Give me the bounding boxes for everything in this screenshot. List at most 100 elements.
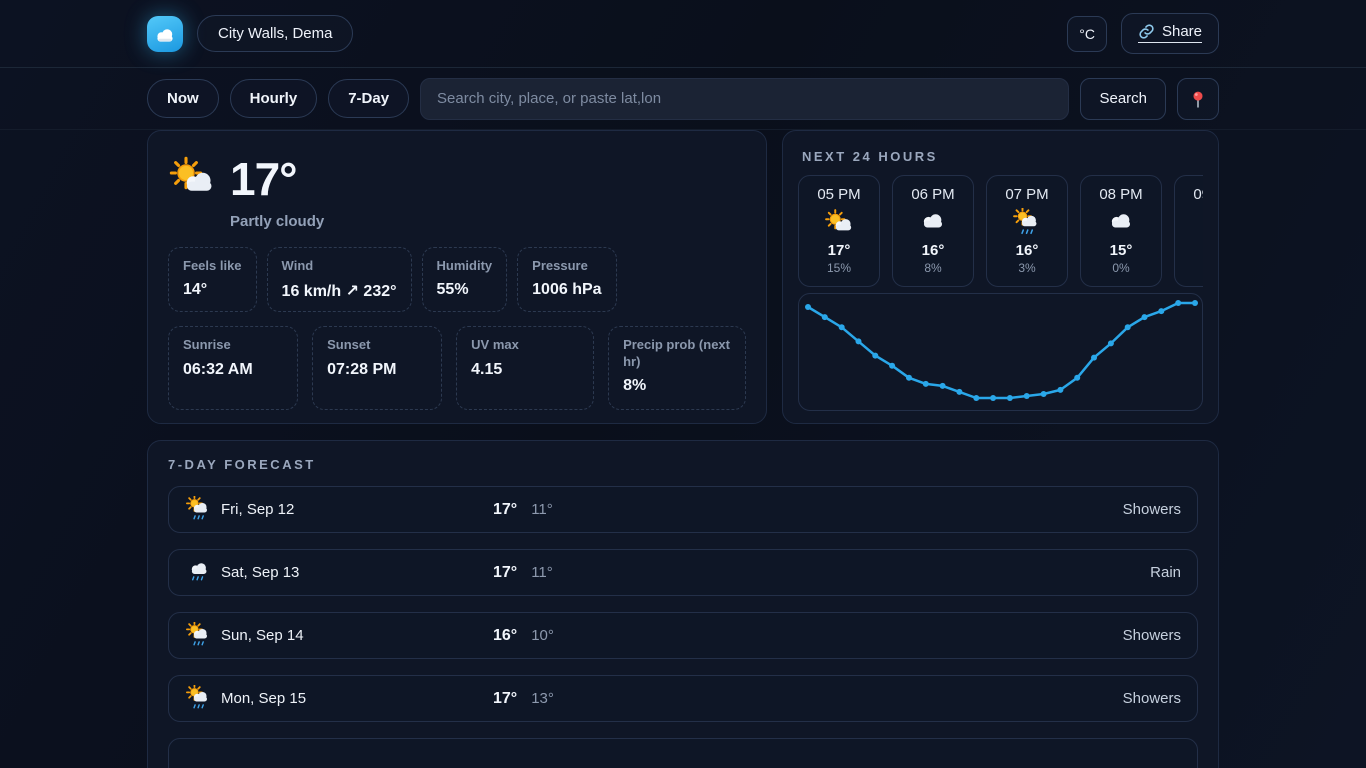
hour-label: 08 PM bbox=[1099, 186, 1142, 203]
forecast-day: Sat, Sep 13 bbox=[221, 564, 493, 581]
app-header: City Walls, Dema °C Share bbox=[0, 0, 1366, 68]
nav-bar: Now Hourly 7-Day Search bbox=[0, 68, 1366, 130]
table-row: Sat, Sep 13 17° 11° Rain bbox=[168, 549, 1198, 596]
low-temp: 11° bbox=[531, 564, 553, 581]
stat-box: Sunset 07:28 PM bbox=[312, 326, 442, 410]
hourly-strip: 05 PM 17° 15%06 PM 16° 8%07 PM 16° 3%08 … bbox=[798, 175, 1203, 287]
stats-row-2: Sunrise 06:32 AMSunset 07:28 PMUV max 4.… bbox=[168, 326, 746, 410]
table-row-partial bbox=[168, 738, 1198, 768]
share-label: Share bbox=[1162, 23, 1202, 40]
stat-label: Sunrise bbox=[183, 337, 283, 353]
sun-behind-rain-cloud-icon bbox=[1012, 208, 1042, 238]
seven-day-forecast-card: 7-DAY FORECAST Fri, Sep 12 17° 11° Shower… bbox=[147, 440, 1219, 768]
forecast-condition: Showers bbox=[1123, 690, 1181, 707]
high-temp: 16° bbox=[493, 627, 517, 644]
hour-label: 07 PM bbox=[1005, 186, 1048, 203]
stat-label: Wind bbox=[282, 258, 397, 274]
stats-row-1: Feels like 14°Wind 16 km/h ↗ 232°Humidit… bbox=[168, 247, 746, 312]
forecast-rows: Fri, Sep 12 17° 11° Showers Sat, Sep 13 1… bbox=[168, 486, 1198, 768]
stat-label: UV max bbox=[471, 337, 579, 353]
table-row: Sun, Sep 14 16° 10° Showers bbox=[168, 612, 1198, 659]
tab-7day[interactable]: 7-Day bbox=[328, 79, 409, 118]
forecast-temps: 17°13° bbox=[493, 690, 554, 708]
next-24-hours-card: NEXT 24 HOURS 05 PM 17° 15%06 PM 16° 8%0… bbox=[782, 130, 1219, 424]
high-temp: 17° bbox=[493, 690, 517, 707]
temperature-trend-chart bbox=[798, 293, 1203, 411]
forecast-day: Fri, Sep 12 bbox=[221, 501, 493, 518]
hour-temp: 16° bbox=[1016, 242, 1039, 259]
stat-value: 4.15 bbox=[471, 361, 579, 379]
stat-box: Humidity 55% bbox=[422, 247, 508, 312]
hour-label: 06 PM bbox=[911, 186, 954, 203]
stat-box: Wind 16 km/h ↗ 232° bbox=[267, 247, 412, 312]
stat-value: 55% bbox=[437, 281, 493, 299]
low-temp: 10° bbox=[531, 627, 554, 644]
current-temperature: 17° bbox=[230, 156, 297, 202]
main-content: 17° Partly cloudy Feels like 14°Wind 16 … bbox=[147, 130, 1219, 768]
tab-hourly[interactable]: Hourly bbox=[230, 79, 318, 118]
hourly-card: 06 PM 16° 8% bbox=[892, 175, 974, 287]
forecast-condition: Showers bbox=[1123, 627, 1181, 644]
stat-box: Pressure 1006 hPa bbox=[517, 247, 616, 312]
stat-box: UV max 4.15 bbox=[456, 326, 594, 410]
stat-value: 1006 hPa bbox=[532, 281, 601, 299]
stat-value: 06:32 AM bbox=[183, 361, 283, 379]
sun-behind-rain-cloud-icon bbox=[185, 622, 221, 649]
hour-label: 05 PM bbox=[817, 186, 860, 203]
hourly-card: 07 PM 16° 3% bbox=[986, 175, 1068, 287]
stat-value: 8% bbox=[623, 377, 731, 395]
stat-label: Feels like bbox=[183, 258, 242, 274]
stat-box: Feels like 14° bbox=[168, 247, 257, 312]
forecast-temps: 16° 10° bbox=[493, 627, 554, 645]
stat-box: Precip prob (next hr) 8% bbox=[608, 326, 746, 410]
location-chip[interactable]: City Walls, Dema bbox=[197, 15, 353, 52]
hourly-card: 05 PM 17° 15% bbox=[798, 175, 880, 287]
hour-precip: 3% bbox=[1018, 261, 1035, 275]
search-button[interactable]: Search bbox=[1080, 78, 1166, 120]
location-label: City Walls, Dema bbox=[218, 25, 332, 42]
rain-cloud-icon bbox=[1200, 208, 1203, 238]
seven-day-forecast-title: 7-DAY FORECAST bbox=[168, 457, 1198, 472]
stat-value: 14° bbox=[183, 281, 242, 299]
stat-label: Sunset bbox=[327, 337, 427, 353]
use-my-location-button[interactable] bbox=[1177, 78, 1219, 120]
hour-temp: 16° bbox=[922, 242, 945, 259]
low-temp: 11° bbox=[531, 501, 553, 518]
hourly-card: 09 PM bbox=[1174, 175, 1203, 287]
hour-temp: 17° bbox=[828, 242, 851, 259]
forecast-day: Sun, Sep 14 bbox=[221, 627, 493, 644]
next-24-hours-title: NEXT 24 HOURS bbox=[802, 149, 1203, 164]
stat-label: Pressure bbox=[532, 258, 601, 274]
search-input[interactable] bbox=[420, 78, 1069, 120]
stat-box: Sunrise 06:32 AM bbox=[168, 326, 298, 410]
forecast-condition: Showers bbox=[1123, 501, 1181, 518]
hour-precip: 8% bbox=[924, 261, 941, 275]
unit-toggle-button[interactable]: °C bbox=[1067, 16, 1107, 52]
hour-label: 09 PM bbox=[1193, 186, 1203, 203]
stat-value: 07:28 PM bbox=[327, 361, 427, 379]
current-weather-icon bbox=[168, 155, 216, 203]
hour-precip: 0% bbox=[1112, 261, 1129, 275]
cloud-icon bbox=[1106, 208, 1136, 238]
stat-label: Precip prob (next hr) bbox=[623, 337, 731, 370]
table-row: Mon, Sep 15 17°13° Showers bbox=[168, 675, 1198, 722]
rain-cloud-icon bbox=[185, 559, 221, 586]
link-icon bbox=[1138, 23, 1155, 40]
pushpin-icon bbox=[1188, 89, 1208, 109]
share-button[interactable]: Share bbox=[1121, 13, 1219, 54]
high-temp: 17° bbox=[493, 564, 517, 581]
current-conditions-card: 17° Partly cloudy Feels like 14°Wind 16 … bbox=[147, 130, 767, 424]
forecast-day: Mon, Sep 15 bbox=[221, 690, 493, 707]
sun-behind-cloud-icon bbox=[824, 208, 854, 238]
forecast-temps: 17° 11° bbox=[493, 564, 553, 582]
hour-temp: 15° bbox=[1110, 242, 1133, 259]
forecast-temps: 17° 11° bbox=[493, 501, 553, 519]
forecast-condition: Rain bbox=[1150, 564, 1181, 581]
hour-precip: 15% bbox=[827, 261, 851, 275]
sun-behind-rain-cloud-icon bbox=[185, 685, 221, 712]
cloud-icon bbox=[918, 208, 948, 238]
stat-label: Humidity bbox=[437, 258, 493, 274]
tab-now[interactable]: Now bbox=[147, 79, 219, 118]
hourly-card: 08 PM 15° 0% bbox=[1080, 175, 1162, 287]
high-temp: 17° bbox=[493, 501, 517, 518]
